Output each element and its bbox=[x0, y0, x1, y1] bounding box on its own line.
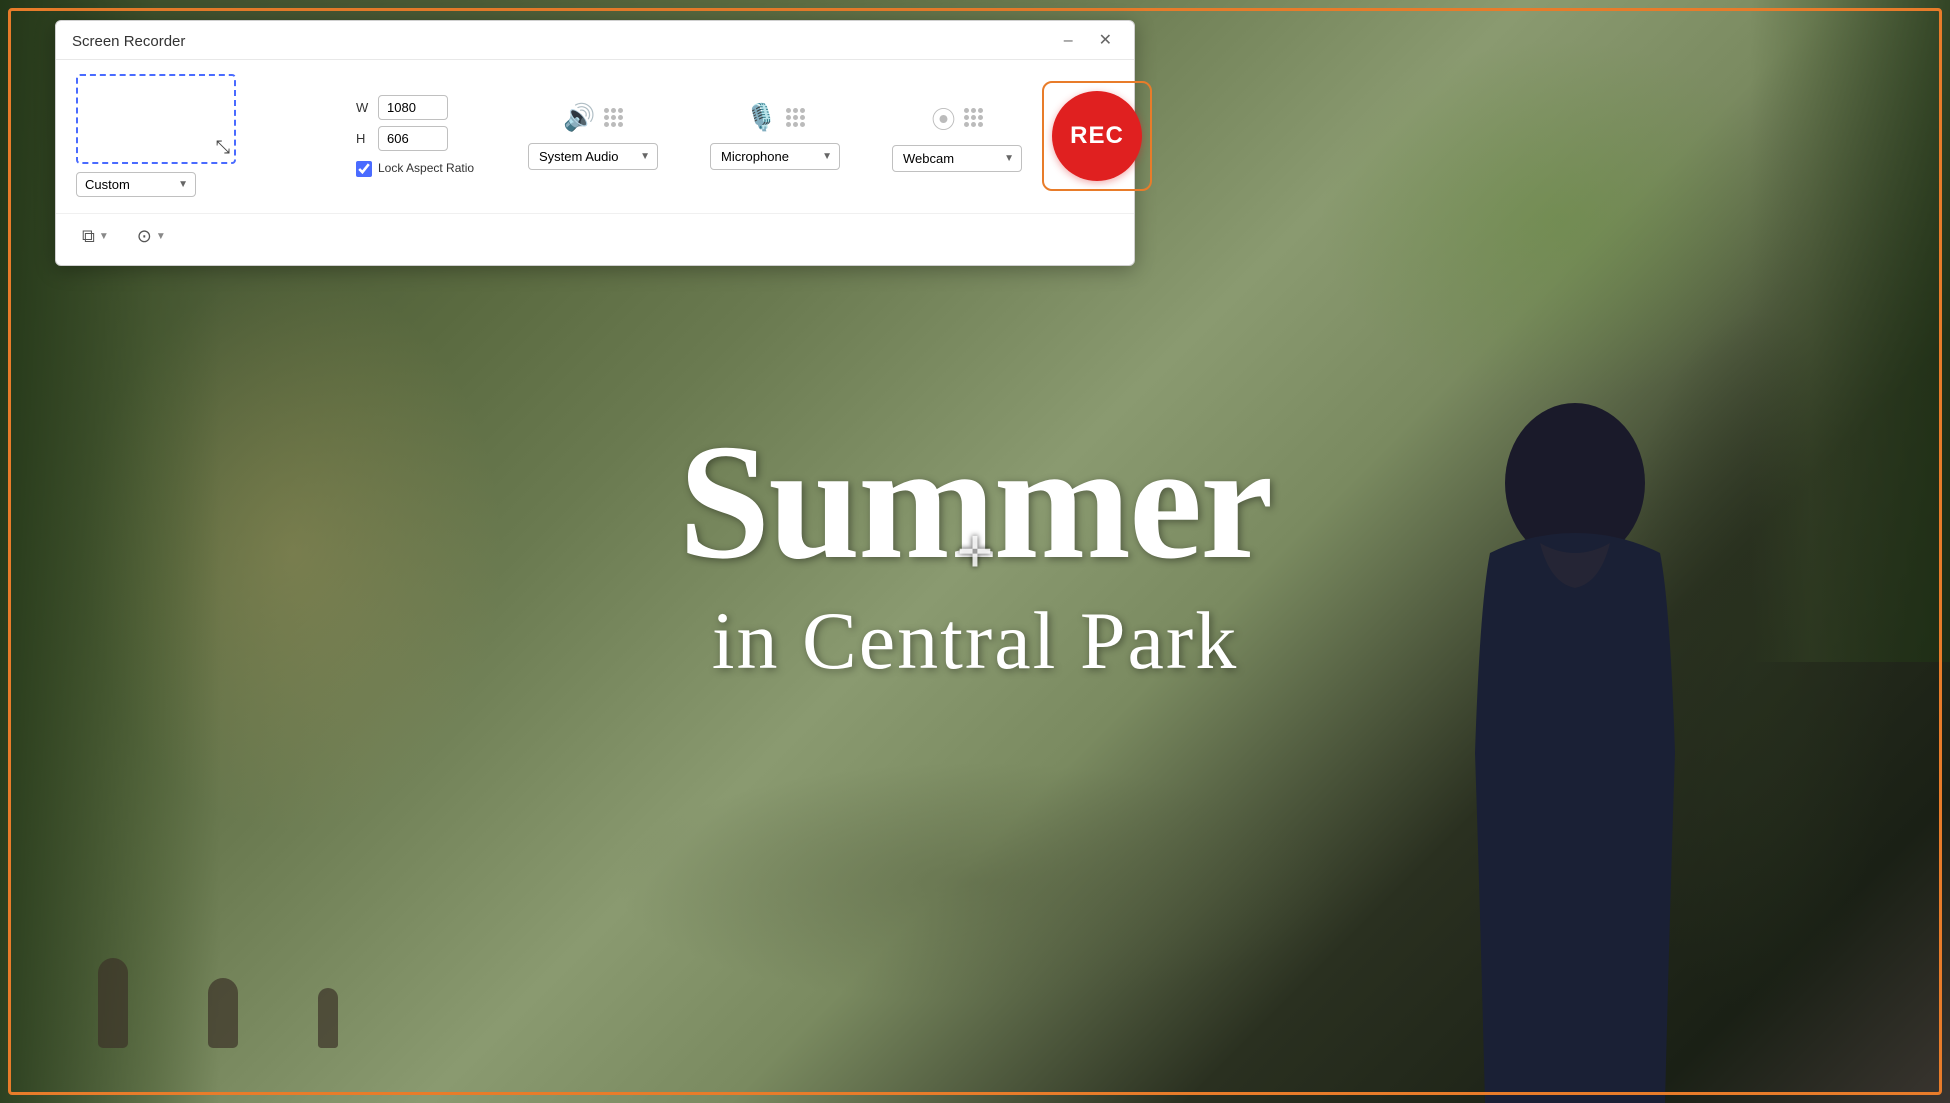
move-cursor-icon: ✛ bbox=[957, 527, 992, 576]
background-people bbox=[98, 958, 338, 1048]
width-label: W bbox=[356, 100, 370, 115]
height-label: H bbox=[356, 131, 370, 146]
microphone-icon: 🎙️ bbox=[745, 102, 777, 133]
recorder-panel: Screen Recorder – ✕ ⤡ Custom Full Screen… bbox=[55, 20, 1135, 266]
lock-aspect-row: Lock Aspect Ratio bbox=[356, 161, 476, 177]
bg-person-1 bbox=[98, 958, 128, 1048]
system-audio-dropdown-wrapper: System Audio No Audio ▼ bbox=[528, 143, 658, 170]
panel-bottom: ⧉ ▼ ⊙ ▼ bbox=[56, 213, 1134, 265]
settings-arrow: ▼ bbox=[156, 231, 166, 242]
screen-select-button[interactable]: ⧉ ▼ bbox=[76, 222, 115, 251]
microphone-icons: 🎙️ bbox=[745, 102, 804, 133]
scene-title-sub: in Central Park bbox=[679, 594, 1272, 688]
microphone-dropdown[interactable]: Microphone No Microphone bbox=[710, 143, 840, 170]
region-section: ⤡ Custom Full Screen 1920x1080 1280x720 … bbox=[76, 74, 336, 197]
region-dropdown[interactable]: Custom Full Screen 1920x1080 1280x720 bbox=[76, 172, 196, 197]
panel-titlebar: Screen Recorder – ✕ bbox=[56, 21, 1134, 60]
tree-right bbox=[1750, 0, 1950, 662]
screen-select-arrow: ▼ bbox=[99, 231, 109, 242]
webcam-section: ⦿ Webcam No Webcam ▼ bbox=[892, 100, 1022, 172]
webcam-dropdown-wrapper: Webcam No Webcam ▼ bbox=[892, 145, 1022, 172]
webcam-dropdown[interactable]: Webcam No Webcam bbox=[892, 145, 1022, 172]
rec-button[interactable]: REC bbox=[1052, 91, 1142, 181]
microphone-section: 🎙️ Microphone No Microphone ▼ bbox=[710, 102, 840, 170]
lock-aspect-label: Lock Aspect Ratio bbox=[378, 161, 474, 177]
close-button[interactable]: ✕ bbox=[1093, 31, 1118, 51]
webcam-icons: ⦿ bbox=[932, 100, 983, 135]
system-audio-section: 🔊 System Audio No Audio ▼ bbox=[528, 102, 658, 170]
width-input[interactable] bbox=[378, 95, 448, 120]
minimize-button[interactable]: – bbox=[1058, 31, 1079, 51]
height-row: H bbox=[356, 126, 476, 151]
bg-person-3 bbox=[318, 988, 338, 1048]
panel-controls: – ✕ bbox=[1058, 31, 1118, 51]
region-preview: ⤡ bbox=[76, 74, 236, 164]
system-audio-icons: 🔊 bbox=[563, 102, 622, 133]
region-dropdown-container: Custom Full Screen 1920x1080 1280x720 ▼ bbox=[76, 172, 196, 197]
lock-aspect-checkbox[interactable] bbox=[356, 161, 372, 177]
scene-title: Summer in Central Park bbox=[679, 419, 1272, 688]
screen-select-icon: ⧉ bbox=[82, 226, 95, 247]
resize-handle: ⤡ bbox=[216, 137, 230, 158]
system-audio-dropdown[interactable]: System Audio No Audio bbox=[528, 143, 658, 170]
panel-title: Screen Recorder bbox=[72, 33, 185, 50]
scene-title-summer: Summer bbox=[679, 419, 1272, 584]
settings-button[interactable]: ⊙ ▼ bbox=[131, 222, 172, 251]
bg-person-2 bbox=[208, 978, 238, 1048]
settings-icon: ⊙ bbox=[137, 226, 152, 247]
dimensions-section: W H Lock Aspect Ratio bbox=[356, 95, 476, 177]
region-dropdown-row: Custom Full Screen 1920x1080 1280x720 ▼ bbox=[76, 172, 196, 197]
rec-section: REC bbox=[1042, 81, 1152, 191]
webcam-dots-icon bbox=[964, 108, 983, 127]
audio-dots-icon bbox=[604, 108, 623, 127]
mic-dots-icon bbox=[786, 108, 805, 127]
width-row: W bbox=[356, 95, 476, 120]
rec-button-wrapper: REC bbox=[1042, 81, 1152, 191]
panel-body: ⤡ Custom Full Screen 1920x1080 1280x720 … bbox=[56, 60, 1134, 213]
person-silhouette bbox=[1400, 403, 1750, 1103]
height-input[interactable] bbox=[378, 126, 448, 151]
microphone-dropdown-wrapper: Microphone No Microphone ▼ bbox=[710, 143, 840, 170]
webcam-icon: ⦿ bbox=[932, 100, 956, 135]
speaker-icon: 🔊 bbox=[563, 102, 595, 133]
